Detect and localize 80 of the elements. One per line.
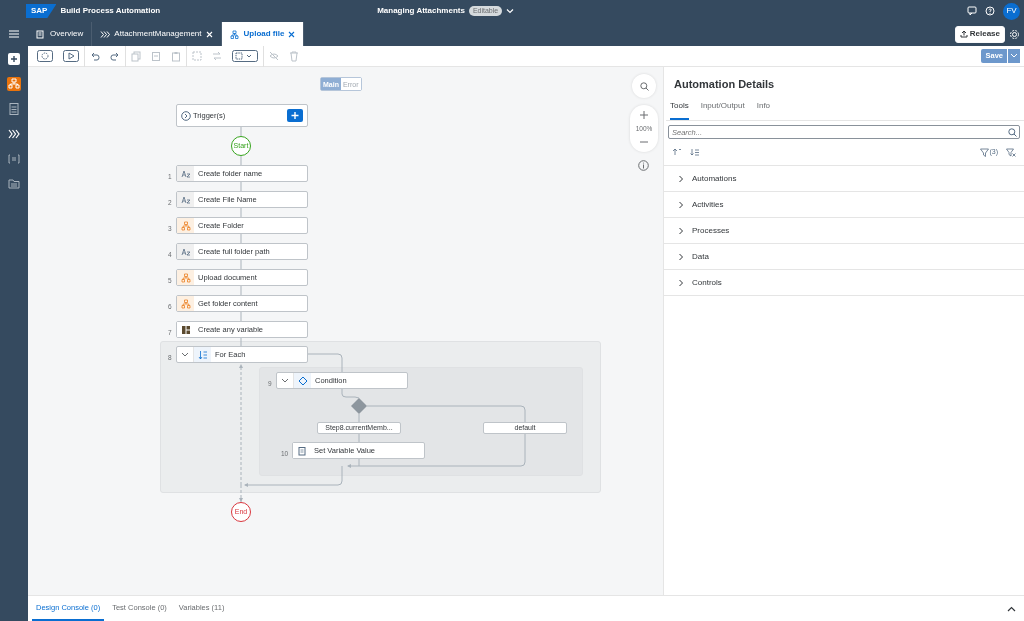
flowchart-icon [180, 298, 191, 309]
feedback-icon[interactable] [967, 6, 977, 16]
panel-tab[interactable]: Info [756, 100, 771, 120]
blocks-icon [180, 324, 191, 335]
add-icon[interactable] [287, 109, 303, 122]
document-icon[interactable] [7, 101, 21, 116]
user-avatar[interactable]: FV [1003, 2, 1020, 20]
chevron-right-icon[interactable] [678, 278, 684, 287]
arrow-head [347, 464, 351, 468]
search-icon[interactable] [1008, 127, 1017, 137]
info-icon[interactable] [638, 160, 649, 171]
release-button[interactable]: Release [954, 25, 1005, 43]
chevron-up-icon[interactable] [1007, 605, 1016, 612]
help-icon[interactable] [985, 6, 995, 16]
add-icon[interactable] [8, 52, 20, 65]
connector-line [240, 311, 242, 322]
redo-icon[interactable] [110, 51, 120, 61]
play-icon[interactable] [63, 50, 79, 62]
connector-line [240, 337, 242, 348]
connector-line [240, 155, 242, 166]
chevron-down-icon[interactable] [281, 377, 289, 384]
clipboard-icon [296, 445, 307, 456]
flowchart-icon [180, 272, 191, 283]
project-title: Managing Attachments [377, 5, 465, 17]
chevron-right-icon[interactable] [678, 174, 684, 183]
connector-line [240, 233, 242, 244]
sort-descending-icon[interactable] [690, 148, 700, 156]
panel-tab[interactable]: Tools [670, 100, 689, 120]
clear-filter-icon[interactable] [1006, 147, 1016, 157]
caret-icon[interactable] [506, 7, 515, 15]
chevron-right-icon[interactable] [678, 252, 684, 261]
connector-line [240, 181, 242, 192]
variables-icon[interactable] [7, 151, 21, 166]
caret-icon[interactable] [1010, 53, 1018, 59]
folders-icon[interactable] [7, 176, 21, 191]
section-header[interactable]: Processes [664, 218, 1024, 244]
filter-icon[interactable] [980, 148, 990, 158]
text-icon [180, 194, 191, 205]
chevrons-icon [100, 29, 111, 39]
undo-icon[interactable] [90, 51, 100, 61]
chevron-right-icon[interactable] [678, 226, 684, 235]
section-header[interactable]: Data [664, 244, 1024, 270]
connector-line [240, 207, 242, 218]
close-icon[interactable] [288, 30, 296, 38]
sort-down-icon [197, 349, 208, 360]
grid-icon [36, 29, 46, 39]
search-icon[interactable] [639, 81, 649, 91]
section-header[interactable]: Automations [664, 166, 1024, 192]
flowchart-icon[interactable] [7, 76, 21, 91]
connector-line [240, 126, 242, 137]
section-header[interactable]: Activities [664, 192, 1024, 218]
flowchart-icon [180, 220, 191, 231]
gateway-diamond [351, 398, 367, 414]
arrow-head [239, 364, 243, 368]
connector-line [307, 353, 343, 373]
connector-line [240, 259, 242, 270]
arrow-head [244, 483, 248, 487]
app-title: Build Process Automation [60, 5, 161, 17]
editor-tab[interactable]: Upload file [221, 22, 305, 46]
chevron-down-icon[interactable] [181, 351, 189, 358]
panel-title: Automation Details [673, 77, 776, 92]
settings-icon[interactable] [37, 50, 53, 62]
menu-icon[interactable] [9, 30, 19, 38]
flowchart-icon [229, 29, 240, 39]
play-circle-icon [181, 110, 191, 121]
sap-logo: SAP [26, 4, 57, 18]
text-icon [180, 168, 191, 179]
arrow-head [239, 498, 243, 502]
chevron-right-icon[interactable] [678, 200, 684, 209]
sort-ascending-icon[interactable] [672, 148, 682, 156]
diamond-icon [297, 375, 308, 386]
selection-dropdown-icon[interactable] [232, 50, 258, 62]
panel-tab[interactable]: Input/Output [700, 100, 745, 120]
clipboard-icon[interactable] [171, 50, 181, 62]
upload-icon [959, 30, 968, 38]
text-icon [180, 246, 191, 257]
connector-line [240, 285, 242, 296]
zoom-in-icon[interactable] [640, 110, 648, 119]
section-header[interactable]: Controls [664, 270, 1024, 296]
connector-line [341, 388, 360, 399]
